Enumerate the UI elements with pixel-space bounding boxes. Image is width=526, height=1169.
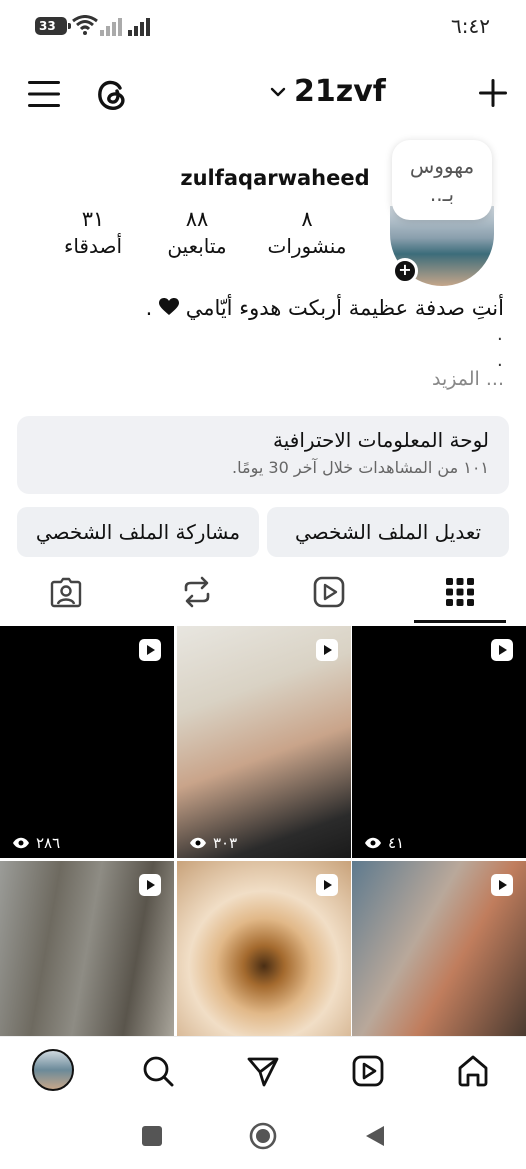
battery-level: 33 (39, 19, 56, 33)
dashboard-title: لوحة المعلومات الاحترافية (273, 428, 489, 452)
profile-tabs (0, 566, 526, 623)
reel-thumbnail[interactable] (0, 861, 174, 1036)
threads-icon[interactable] (96, 78, 128, 112)
reel-badge-icon (491, 874, 513, 896)
reels-icon (313, 576, 345, 608)
reel-badge-icon (491, 639, 513, 661)
nav-profile-avatar[interactable] (32, 1049, 74, 1091)
stat-friends[interactable]: ٣١ أصدقاء (54, 206, 132, 260)
tab-reels[interactable] (309, 572, 349, 612)
stat-label: أصدقاء (63, 234, 123, 258)
recents-icon[interactable] (142, 1126, 162, 1146)
reel-badge-icon (316, 639, 338, 661)
reel-thumbnail[interactable] (352, 861, 526, 1036)
bio-text: أنتِ صدفة عظيمة أربكت هدوء أيّامي (185, 296, 504, 320)
stat-followers[interactable]: ٨٨ متابعين (158, 206, 236, 260)
bottom-navigation (0, 1036, 526, 1104)
bio-end: . (145, 296, 153, 320)
view-count: ٢٨٦ (12, 834, 60, 852)
search-icon (143, 1056, 174, 1087)
signal-icon (100, 18, 122, 36)
nav-search[interactable] (138, 1051, 178, 1091)
stat-value: ٨ (301, 207, 313, 231)
menu-icon[interactable] (28, 80, 60, 108)
view-count: ٤١ (364, 834, 404, 852)
stat-label: متابعين (167, 234, 227, 258)
plus-icon[interactable] (478, 78, 508, 108)
eye-icon (365, 837, 381, 849)
view-count-value: ٣٠٣ (213, 834, 238, 852)
heart-icon (159, 291, 179, 327)
reels-icon (352, 1055, 384, 1087)
grid-icon (446, 578, 474, 606)
account-switcher[interactable]: 21zvf (270, 74, 386, 109)
home-icon (458, 1055, 488, 1087)
tab-reposts[interactable] (177, 572, 217, 612)
reel-thumbnail[interactable]: ٣٠٣ (177, 626, 351, 858)
eye-icon (190, 837, 206, 849)
reel-badge-icon (139, 639, 161, 661)
nav-reels[interactable] (348, 1051, 388, 1091)
share-profile-button[interactable]: مشاركة الملف الشخصي (17, 507, 259, 557)
reposts-icon (184, 576, 210, 608)
stat-value: ٣١ (81, 207, 105, 231)
profile-header: 21zvf (0, 66, 526, 126)
bio: أنتِ صدفة عظيمة أربكت هدوء أيّامي . (24, 290, 504, 327)
system-navigation (0, 1104, 526, 1169)
dashboard-subtitle: ١٠١ من المشاهدات خلال آخر 30 يومًا. (232, 458, 489, 477)
reel-badge-icon (139, 874, 161, 896)
chevron-down-icon (270, 87, 286, 96)
nav-messages[interactable] (243, 1051, 283, 1091)
reel-thumbnail[interactable]: ٤١ (352, 626, 526, 858)
note-bubble[interactable]: مهووس بـ.. (392, 140, 492, 220)
view-count-value: ٢٨٦ (36, 834, 61, 852)
tagged-icon (50, 577, 82, 608)
note-line: بـ.. (429, 182, 455, 206)
reel-thumbnail[interactable]: ٢٨٦ (0, 626, 174, 858)
tab-tagged[interactable] (46, 572, 86, 612)
eye-icon (13, 837, 29, 849)
battery-icon: 33 (35, 17, 71, 35)
full-name: zulfaqarwaheed (180, 166, 370, 190)
view-count: ٣٠٣ (189, 834, 237, 852)
home-button-icon[interactable] (249, 1122, 277, 1150)
tab-grid[interactable] (440, 572, 480, 612)
add-story-icon[interactable]: + (392, 258, 418, 284)
status-bar: 33 ٦:٤٢ (0, 0, 526, 52)
posts-grid: ٤١ ٣٠٣ ٢٨٦ (0, 626, 526, 1036)
active-tab-indicator (414, 620, 506, 623)
reel-badge-icon (316, 874, 338, 896)
note-line: مهووس (409, 154, 475, 178)
nav-home[interactable] (453, 1051, 493, 1091)
edit-profile-button[interactable]: تعديل الملف الشخصي (267, 507, 509, 557)
signal-icon (128, 18, 150, 36)
bio-dot: . (497, 324, 503, 345)
back-icon[interactable] (364, 1124, 386, 1148)
view-count-value: ٤١ (388, 834, 405, 852)
professional-dashboard[interactable]: لوحة المعلومات الاحترافية ١٠١ من المشاهد… (17, 416, 509, 494)
stat-label: منشورات (267, 234, 347, 258)
more-link[interactable]: ... المزيد (432, 368, 504, 390)
reel-thumbnail[interactable] (177, 861, 351, 1036)
username: 21zvf (294, 74, 386, 109)
clock: ٦:٤٢ (451, 14, 490, 38)
wifi-icon (72, 15, 98, 35)
send-icon (247, 1057, 279, 1087)
stat-value: ٨٨ (185, 207, 209, 231)
stat-posts[interactable]: ٨ منشورات (262, 206, 352, 260)
